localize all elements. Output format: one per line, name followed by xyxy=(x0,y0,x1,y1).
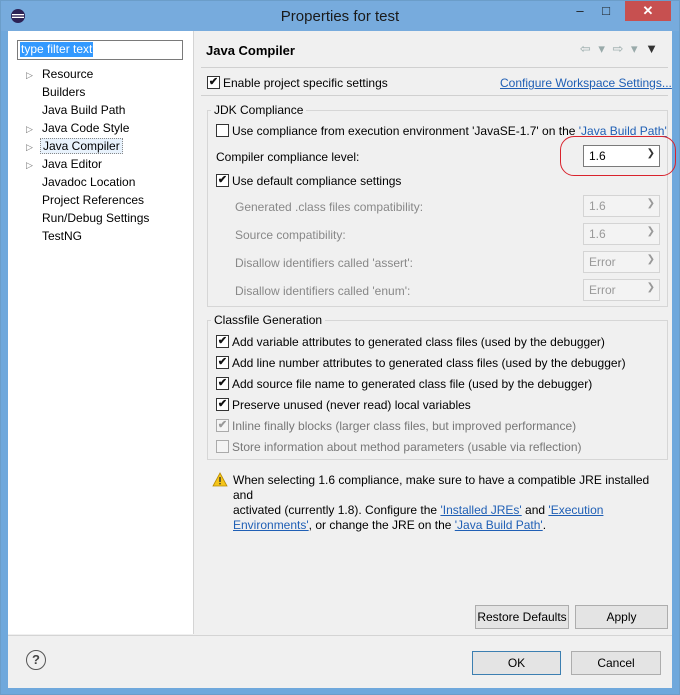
page-content: Java Compiler ⇦ ▾ ⇨ ▾ ▼ Enable project s… xyxy=(194,31,676,634)
enum-label: Disallow identifiers called 'enum': xyxy=(235,284,411,298)
assert-label: Disallow identifiers called 'assert': xyxy=(235,256,413,270)
restore-defaults-button[interactable]: Restore Defaults xyxy=(475,605,569,629)
chevron-down-icon: ❯ xyxy=(646,254,655,265)
preference-tree: type filter text ▷ Resource Builders Java… xyxy=(8,31,194,634)
tree-item-run-debug-settings[interactable]: Run/Debug Settings xyxy=(26,209,151,227)
checkmark-icon[interactable] xyxy=(207,76,220,89)
source-compat-label: Source compatibility: xyxy=(235,228,346,242)
minimize-button[interactable]: – xyxy=(567,1,593,21)
filter-input[interactable]: type filter text xyxy=(17,40,183,60)
generated-compat-label: Generated .class files compatibility: xyxy=(235,200,424,214)
help-icon[interactable]: ? xyxy=(26,650,46,670)
execution-environments-link[interactable]: 'Execution xyxy=(548,503,603,517)
section-separator xyxy=(201,95,668,96)
source-compat-select[interactable]: 1.6 ❯ xyxy=(583,223,660,245)
configure-workspace-link[interactable]: Configure Workspace Settings... xyxy=(500,76,672,90)
tree-item-java-build-path[interactable]: Java Build Path xyxy=(26,101,127,119)
generated-compat-select[interactable]: 1.6 ❯ xyxy=(583,195,660,217)
chevron-down-icon: ❯ xyxy=(646,226,655,237)
page-navigation: ⇦ ▾ ⇨ ▾ ▼ xyxy=(580,41,660,57)
dialog-client: type filter text ▷ Resource Builders Java… xyxy=(8,31,676,688)
expand-arrow-icon[interactable]: ▷ xyxy=(26,138,40,156)
cancel-button[interactable]: Cancel xyxy=(571,651,661,675)
expand-arrow-icon[interactable]: ▷ xyxy=(26,66,40,84)
compliance-warning: When selecting 1.6 compliance, make sure… xyxy=(233,473,650,532)
java-build-path-link-2[interactable]: 'Java Build Path' xyxy=(455,518,543,532)
tree-item-java-code-style[interactable]: ▷ Java Code Style xyxy=(26,119,131,137)
filter-placeholder: type filter text xyxy=(20,42,94,57)
installed-jres-link[interactable]: 'Installed JREs' xyxy=(440,503,521,517)
jdk-compliance-title: JDK Compliance xyxy=(211,103,307,117)
highlight-ring xyxy=(560,136,676,176)
classfile-generation-title: Classfile Generation xyxy=(211,313,326,327)
title-separator xyxy=(201,67,668,68)
chevron-down-icon: ❯ xyxy=(646,198,655,209)
view-menu-icon[interactable]: ▼ xyxy=(645,41,660,56)
chevron-down-icon: ❯ xyxy=(646,282,655,293)
ok-button[interactable]: OK xyxy=(472,651,561,675)
expand-arrow-icon[interactable]: ▷ xyxy=(26,120,40,138)
tree-item-testng[interactable]: TestNG xyxy=(26,227,84,245)
tree-item-java-compiler[interactable]: ▷ Java Compiler xyxy=(26,137,123,155)
close-button[interactable]: ✕ xyxy=(625,1,671,21)
maximize-button[interactable]: □ xyxy=(593,1,619,21)
enum-select[interactable]: Error ❯ xyxy=(583,279,660,301)
apply-button[interactable]: Apply xyxy=(575,605,668,629)
dialog-button-bar: ? OK Cancel xyxy=(8,635,672,688)
tree-item-resource[interactable]: ▷ Resource xyxy=(26,65,95,83)
properties-window: Properties for test – □ ✕ type filter te… xyxy=(0,0,680,695)
classfile-generation-group: Classfile Generation Add variable attrib… xyxy=(207,313,668,460)
expand-arrow-icon[interactable]: ▷ xyxy=(26,156,40,174)
warning-icon xyxy=(212,472,228,487)
forward-arrow-icon[interactable]: ⇨ ▾ xyxy=(612,41,639,56)
page-title: Java Compiler xyxy=(206,43,295,58)
compliance-level-label: Compiler compliance level: xyxy=(216,150,360,164)
title-bar[interactable]: Properties for test – □ ✕ xyxy=(1,1,679,31)
back-arrow-icon[interactable]: ⇦ ▾ xyxy=(580,41,607,56)
tree-item-javadoc-location[interactable]: Javadoc Location xyxy=(26,173,137,191)
tree-item-project-references[interactable]: Project References xyxy=(26,191,146,209)
assert-select[interactable]: Error ❯ xyxy=(583,251,660,273)
tree-item-builders[interactable]: Builders xyxy=(26,83,87,101)
tree-item-java-editor[interactable]: ▷ Java Editor xyxy=(26,155,104,173)
execution-environments-link-cont[interactable]: Environments' xyxy=(233,518,309,532)
